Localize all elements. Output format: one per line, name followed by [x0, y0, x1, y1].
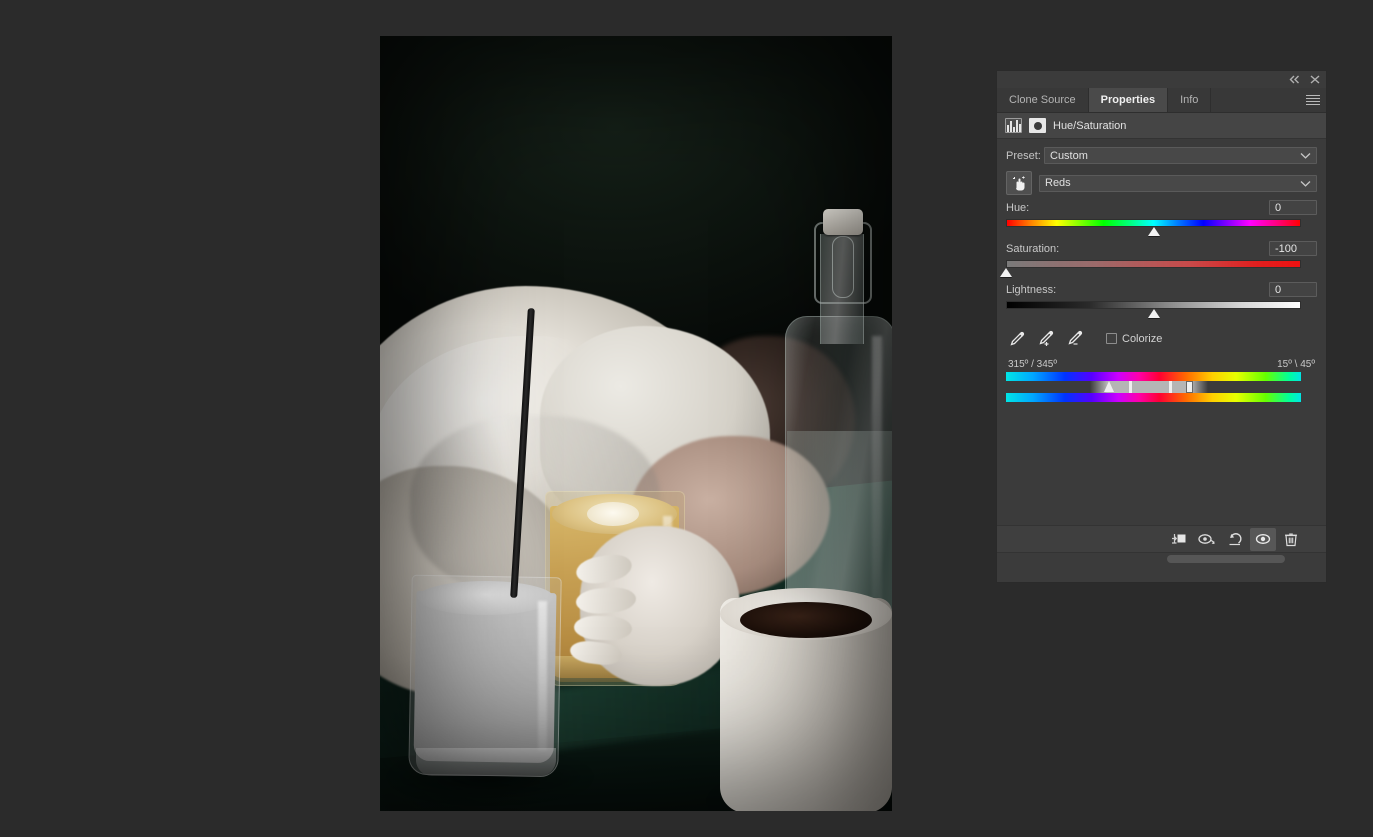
- range-handle-outer-left[interactable]: [1104, 381, 1114, 392]
- tab-label: Properties: [1101, 94, 1155, 106]
- photo-coffee-liquid: [740, 602, 872, 638]
- tab-label: Clone Source: [1009, 94, 1076, 106]
- lightness-label: Lightness:: [1006, 284, 1056, 296]
- channel-value: Reds: [1045, 177, 1071, 189]
- eyedropper-add-icon[interactable]: [1038, 330, 1055, 347]
- colorize-checkbox[interactable]: [1106, 333, 1117, 344]
- lightness-track-wrap[interactable]: [1006, 300, 1317, 318]
- adjustment-title: Hue/Saturation: [1053, 120, 1126, 132]
- color-range-top-bar: [1006, 372, 1301, 381]
- lightness-value-input[interactable]: 0: [1269, 282, 1317, 297]
- photo-canvas[interactable]: [380, 36, 892, 811]
- photo-milkshake-highlight: [538, 601, 547, 751]
- color-range-handles[interactable]: [1006, 381, 1301, 393]
- photo-milkshake-base: [416, 748, 556, 776]
- hue-slider-thumb[interactable]: [1148, 227, 1160, 236]
- preset-value: Custom: [1050, 150, 1088, 162]
- hue-label: Hue:: [1006, 202, 1029, 214]
- panel-title-bar: [997, 71, 1326, 88]
- range-right-degrees: 15º \ 45º: [1277, 359, 1315, 370]
- tab-info[interactable]: Info: [1168, 88, 1211, 112]
- color-range-bottom-bar: [1006, 393, 1301, 402]
- preset-label: Preset:: [1006, 150, 1044, 162]
- eyedropper-row: Colorize: [1006, 330, 1317, 347]
- close-icon[interactable]: [1310, 75, 1320, 84]
- previous-state-eye-icon[interactable]: [1194, 528, 1220, 551]
- panel-body: Preset: Custom Reds: [997, 139, 1326, 564]
- adjustment-histogram-icon: [1005, 118, 1022, 133]
- range-left-degrees: 315º / 345º: [1008, 359, 1057, 370]
- clip-to-layer-icon[interactable]: [1166, 528, 1192, 551]
- panel-footer-toolbar: [997, 525, 1326, 552]
- on-image-adjust-hand-icon[interactable]: [1006, 171, 1032, 195]
- hue-slider-block: Hue: 0: [1006, 200, 1317, 236]
- chevron-down-icon: [1300, 180, 1311, 187]
- photo-milkshake-liquid: [414, 591, 557, 763]
- photo-finger: [574, 615, 633, 641]
- lightness-slider-block: Lightness: 0: [1006, 282, 1317, 318]
- photo-milkshake-foam: [417, 581, 554, 615]
- range-handle-inner-left[interactable]: [1129, 381, 1132, 393]
- properties-panel: Clone Source Properties Info Hue/Saturat…: [996, 70, 1327, 583]
- photo-latte-foam-heart: [587, 502, 639, 526]
- trash-icon[interactable]: [1278, 528, 1304, 551]
- saturation-slider-thumb[interactable]: [1000, 268, 1012, 277]
- lightness-slider-head: Lightness: 0: [1006, 282, 1317, 297]
- preset-select[interactable]: Custom: [1044, 147, 1317, 164]
- reset-arrow-icon[interactable]: [1222, 528, 1248, 551]
- colorize-label: Colorize: [1122, 333, 1162, 345]
- range-falloff-right[interactable]: [1191, 381, 1208, 393]
- tab-properties[interactable]: Properties: [1089, 88, 1168, 112]
- range-handle-outer-right[interactable]: [1186, 381, 1193, 393]
- saturation-track[interactable]: [1006, 260, 1301, 268]
- scrollbar-thumb[interactable]: [1167, 555, 1285, 563]
- hue-track-wrap[interactable]: [1006, 218, 1317, 236]
- hue-track[interactable]: [1006, 219, 1301, 227]
- panel-tab-bar: Clone Source Properties Info: [997, 88, 1326, 113]
- lightness-track[interactable]: [1006, 301, 1301, 309]
- photo-bottle-highlight: [872, 336, 882, 616]
- saturation-track-wrap[interactable]: [1006, 259, 1317, 277]
- saturation-slider-head: Saturation: -100: [1006, 241, 1317, 256]
- range-selected-band[interactable]: [1107, 381, 1191, 393]
- app-root: Clone Source Properties Info Hue/Saturat…: [0, 0, 1373, 837]
- saturation-slider-block: Saturation: -100: [1006, 241, 1317, 277]
- saturation-label: Saturation:: [1006, 243, 1059, 255]
- collapse-icon[interactable]: [1289, 75, 1300, 84]
- eyedropper-subtract-icon[interactable]: [1067, 330, 1084, 347]
- tab-label: Info: [1180, 94, 1198, 106]
- colorize-checkbox-group[interactable]: Colorize: [1106, 333, 1162, 345]
- chevron-down-icon: [1300, 152, 1311, 159]
- eye-icon[interactable]: [1250, 528, 1276, 551]
- hue-value-input[interactable]: 0: [1269, 200, 1317, 215]
- channel-select[interactable]: Reds: [1039, 175, 1317, 192]
- range-handle-inner-right[interactable]: [1169, 381, 1172, 393]
- photo-bottle-clip-inner: [832, 236, 854, 298]
- lightness-slider-thumb[interactable]: [1148, 309, 1160, 318]
- color-range-degree-labels: 315º / 345º 15º \ 45º: [1006, 359, 1317, 372]
- adjustment-header: Hue/Saturation: [997, 113, 1326, 139]
- photo-bottle-cap: [823, 209, 863, 235]
- hue-slider-head: Hue: 0: [1006, 200, 1317, 215]
- preset-row: Preset: Custom: [1006, 147, 1317, 164]
- color-range-section: 315º / 345º 15º \ 45º: [1006, 359, 1317, 402]
- hamburger-menu-icon[interactable]: [1306, 95, 1320, 105]
- eyedropper-icon[interactable]: [1009, 330, 1026, 347]
- tab-clone-source[interactable]: Clone Source: [997, 88, 1089, 112]
- horizontal-scrollbar[interactable]: [997, 552, 1326, 564]
- saturation-value-input[interactable]: -100: [1269, 241, 1317, 256]
- layer-mask-icon: [1029, 118, 1046, 133]
- channel-row: Reds: [1006, 171, 1317, 195]
